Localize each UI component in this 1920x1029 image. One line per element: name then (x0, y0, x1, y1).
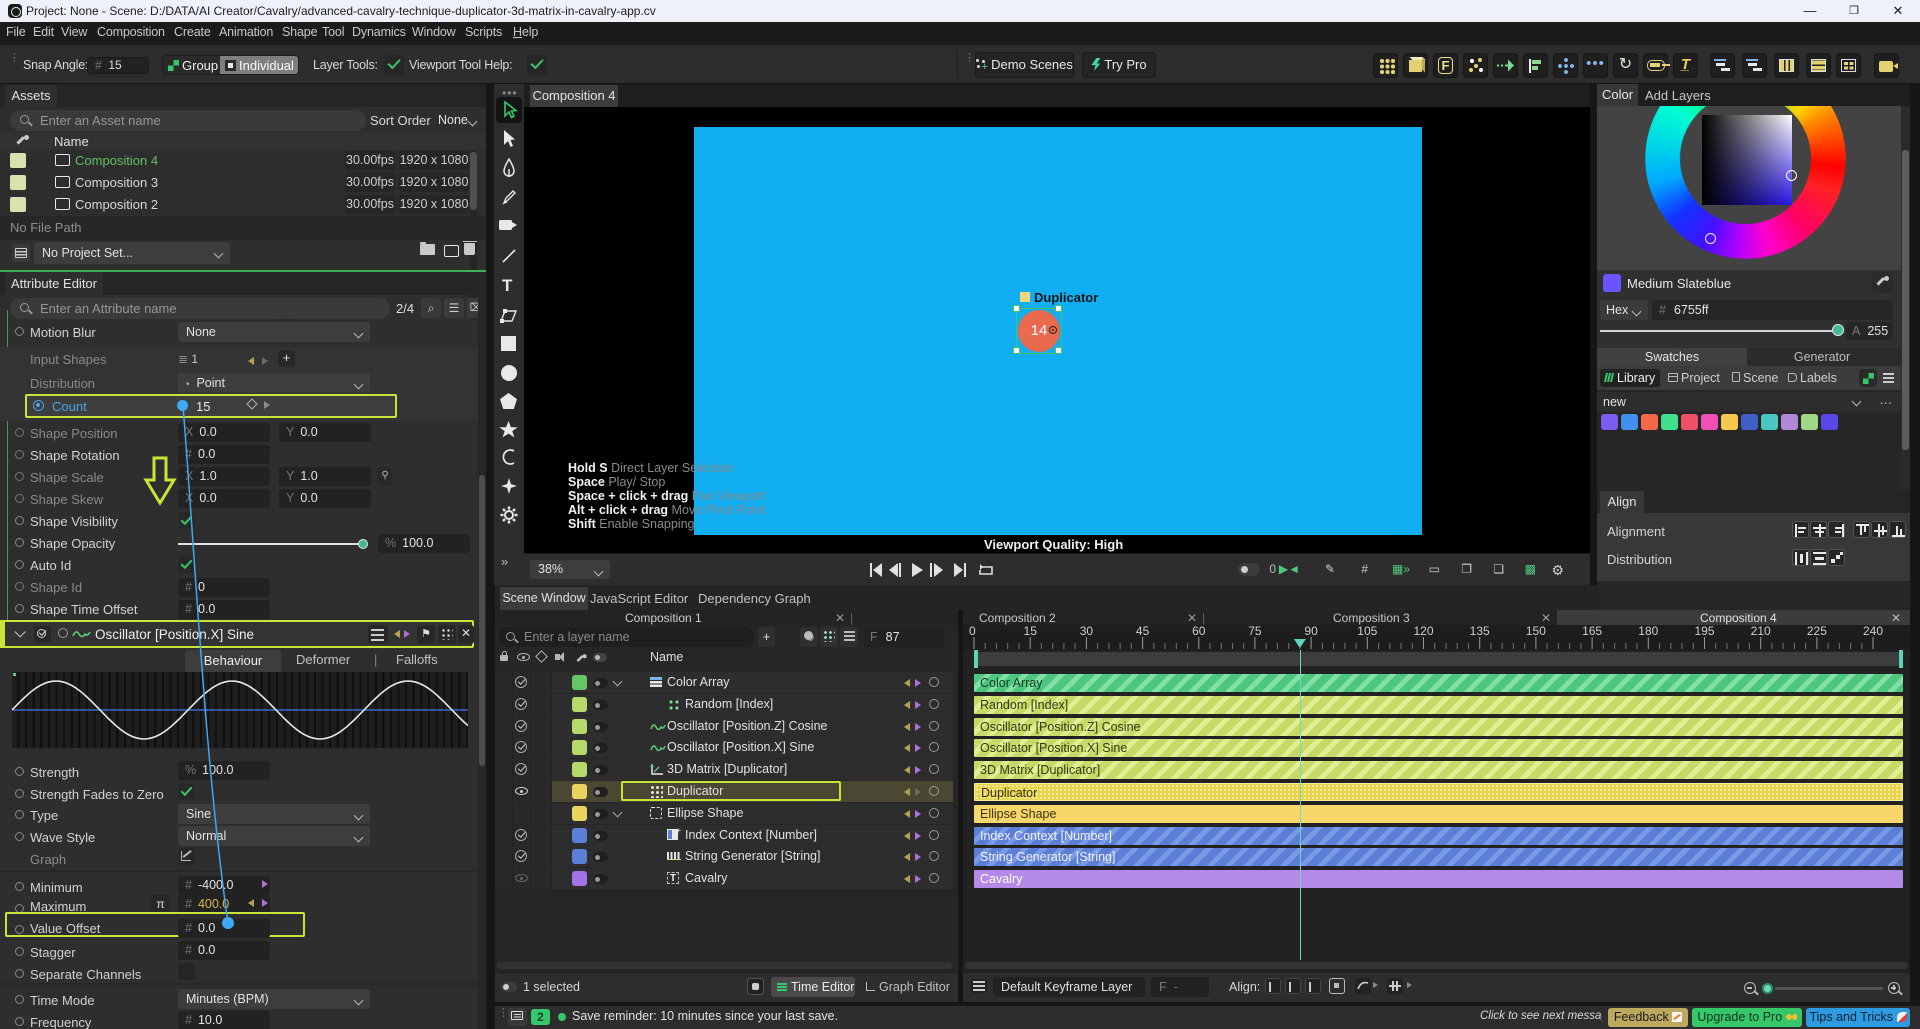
svg-text:90: 90 (1304, 625, 1318, 638)
svg-text:105: 105 (1357, 625, 1377, 638)
svg-text:45: 45 (1136, 625, 1150, 638)
svg-text:30: 30 (1080, 625, 1094, 638)
svg-text:120: 120 (1413, 625, 1433, 638)
svg-text:150: 150 (1526, 625, 1546, 638)
svg-text:60: 60 (1192, 625, 1206, 638)
svg-text:0: 0 (969, 625, 976, 638)
svg-text:135: 135 (1470, 625, 1490, 638)
svg-text:165: 165 (1582, 625, 1602, 638)
svg-text:180: 180 (1638, 625, 1658, 638)
svg-text:195: 195 (1694, 625, 1714, 638)
svg-text:240: 240 (1863, 625, 1883, 638)
svg-text:15: 15 (1024, 625, 1038, 638)
svg-text:75: 75 (1248, 625, 1262, 638)
svg-text:210: 210 (1751, 625, 1771, 638)
svg-text:225: 225 (1807, 625, 1827, 638)
